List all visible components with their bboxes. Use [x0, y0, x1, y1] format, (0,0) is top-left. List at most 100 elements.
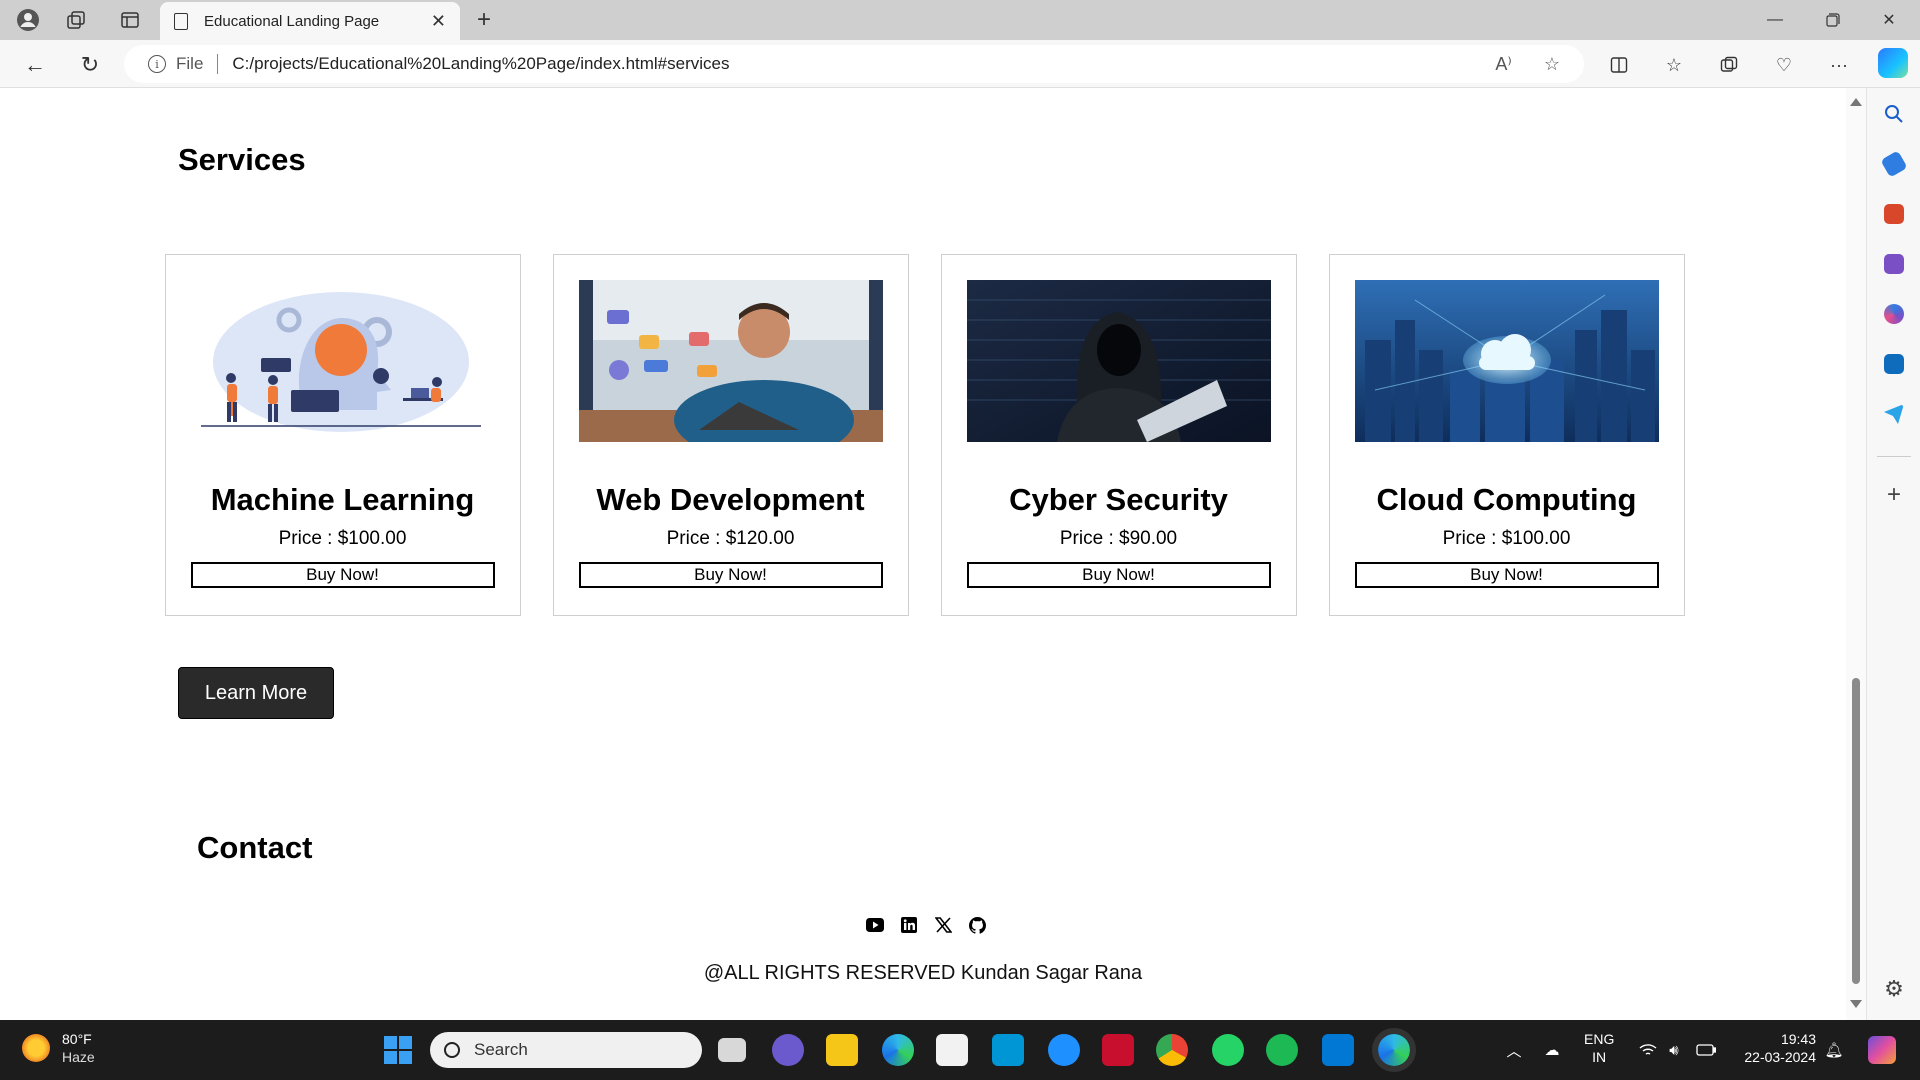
card-price: Price : $100.00: [278, 528, 407, 549]
send-icon[interactable]: [1884, 404, 1904, 424]
vscode-icon[interactable]: [1322, 1034, 1354, 1066]
tab-strip: Educational Landing Page ✕ + — ✕: [0, 0, 1920, 40]
taskbar-search[interactable]: Search: [430, 1032, 702, 1068]
buy-now-button[interactable]: Buy Now!: [1354, 562, 1659, 588]
weather-condition: Haze: [62, 1049, 95, 1065]
tools-icon[interactable]: [1884, 204, 1904, 224]
mcafee-icon[interactable]: [1102, 1034, 1134, 1066]
language-indicator[interactable]: ENG IN: [1584, 1030, 1614, 1066]
teams-icon[interactable]: [772, 1034, 804, 1066]
settings-gear-icon[interactable]: ⚙: [1881, 976, 1907, 1002]
weather-temperature: 80°F: [62, 1031, 92, 1047]
games-icon[interactable]: [1884, 254, 1904, 274]
address-toolbar: ← ↻ i File C:/projects/Educational%20Lan…: [0, 40, 1920, 88]
refresh-icon[interactable]: ↻: [75, 50, 105, 80]
microsoft-365-icon[interactable]: [1884, 304, 1904, 324]
edge-active-icon[interactable]: [1372, 1028, 1416, 1072]
restore-icon[interactable]: [1810, 4, 1856, 36]
footer-copyright: @ALL RIGHTS RESERVED Kundan Sagar Rana: [703, 962, 1143, 984]
minimize-icon[interactable]: —: [1752, 4, 1798, 36]
scroll-up-arrow-icon[interactable]: [1850, 98, 1862, 106]
back-icon[interactable]: ←: [20, 50, 50, 80]
info-icon[interactable]: i: [148, 55, 166, 73]
x-icon[interactable]: [934, 916, 952, 934]
myhp-icon[interactable]: [992, 1034, 1024, 1066]
services-heading: Services: [178, 142, 306, 177]
help-icon[interactable]: [1048, 1034, 1080, 1066]
task-view-icon[interactable]: [718, 1038, 746, 1062]
edge-icon[interactable]: [882, 1034, 914, 1066]
workspaces-icon[interactable]: [62, 6, 90, 34]
card-price: Price : $100.00: [1442, 528, 1571, 549]
weather-widget[interactable]: 80°F Haze: [22, 1030, 95, 1066]
card-title: Machine Learning: [210, 482, 475, 517]
notifications-bell-icon[interactable]: 🔔︎: [1824, 1040, 1844, 1060]
more-options-icon[interactable]: ···: [1826, 52, 1852, 78]
card-title: Cloud Computing: [1376, 482, 1637, 517]
machine-learning-illustration: [190, 280, 495, 442]
search-icon[interactable]: [1884, 104, 1904, 124]
social-links: [866, 916, 986, 934]
active-tab[interactable]: Educational Landing Page ✕: [160, 2, 460, 40]
card-title: Cyber Security: [1009, 482, 1228, 517]
wifi-icon[interactable]: [1638, 1040, 1658, 1060]
browser-essentials-icon[interactable]: ♡: [1771, 52, 1797, 78]
windows-taskbar: 80°F Haze Search ︿ ☁ ENG IN 🔊︎ 19:43 22-…: [0, 1020, 1920, 1080]
region-code: IN: [1592, 1049, 1607, 1065]
collections-icon[interactable]: [1716, 52, 1742, 78]
windows-start-icon[interactable]: [382, 1034, 414, 1066]
copilot-icon[interactable]: [1878, 48, 1908, 78]
web-developer-photo: [578, 280, 883, 442]
url-text[interactable]: C:/projects/Educational%20Landing%20Page…: [232, 54, 1463, 74]
service-card: Cyber Security Price : $90.00 Buy Now!: [941, 254, 1297, 616]
page-scrollbar[interactable]: [1846, 88, 1866, 1020]
close-tab-icon[interactable]: ✕: [431, 11, 446, 32]
address-bar[interactable]: i File C:/projects/Educational%20Landing…: [124, 45, 1584, 83]
contact-heading: Contact: [197, 830, 313, 865]
buy-now-button[interactable]: Buy Now!: [578, 562, 883, 588]
buy-now-button[interactable]: Buy Now!: [966, 562, 1271, 588]
shopping-icon[interactable]: [1880, 150, 1908, 178]
tab-title: Educational Landing Page: [204, 12, 380, 30]
spotify-icon[interactable]: [1266, 1034, 1298, 1066]
split-screen-icon[interactable]: [1606, 52, 1632, 78]
new-tab-icon[interactable]: +: [470, 6, 498, 34]
favorite-star-icon[interactable]: ☆: [1544, 54, 1560, 75]
linkedin-icon[interactable]: [900, 916, 918, 934]
url-scheme: File: [176, 54, 204, 73]
services-cards: Machine Learning Price : $100.00 Buy Now…: [165, 254, 1685, 616]
buy-now-button[interactable]: Buy Now!: [190, 562, 495, 588]
scroll-thumb[interactable]: [1852, 678, 1860, 984]
file-explorer-icon[interactable]: [826, 1034, 858, 1066]
weather-sun-icon: [22, 1034, 50, 1062]
clock-time: 19:43: [1780, 1031, 1816, 1047]
read-aloud-icon[interactable]: A⁾: [1495, 54, 1511, 75]
outlook-icon[interactable]: [1884, 354, 1904, 374]
clock[interactable]: 19:43 22-03-2024: [1736, 1030, 1816, 1066]
add-icon[interactable]: +: [1881, 481, 1907, 508]
taskbar-search-label: Search: [474, 1040, 528, 1059]
service-card: Machine Learning Price : $100.00 Buy Now…: [165, 254, 521, 616]
document-icon: [174, 12, 188, 30]
profile-icon[interactable]: [14, 6, 42, 34]
battery-icon[interactable]: [1696, 1040, 1716, 1060]
onedrive-icon[interactable]: ☁: [1542, 1040, 1562, 1060]
whatsapp-icon[interactable]: [1212, 1034, 1244, 1066]
github-icon[interactable]: [968, 916, 986, 934]
youtube-icon[interactable]: [866, 916, 884, 934]
favorites-icon[interactable]: ☆: [1661, 52, 1687, 78]
window-close-icon[interactable]: ✕: [1866, 4, 1912, 36]
cloud-city-photo: [1354, 280, 1659, 442]
tab-actions-icon[interactable]: [116, 6, 144, 34]
page-content: Services Machine Learning Price: $100.0…: [0, 88, 1846, 1020]
learn-more-button[interactable]: Learn More: [178, 667, 334, 719]
service-card: Cloud Computing Price : $100.00 Buy Now!: [1329, 254, 1685, 616]
card-price: Price : $90.00: [1059, 528, 1178, 549]
copilot-taskbar-icon[interactable]: [1868, 1036, 1896, 1064]
scroll-down-arrow-icon[interactable]: [1850, 1000, 1862, 1008]
microsoft-store-icon[interactable]: [936, 1034, 968, 1066]
card-title: Web Development: [596, 482, 865, 517]
show-hidden-icons-icon[interactable]: ︿: [1504, 1040, 1524, 1060]
chrome-icon[interactable]: [1156, 1034, 1188, 1066]
volume-icon[interactable]: 🔊︎: [1664, 1040, 1684, 1060]
